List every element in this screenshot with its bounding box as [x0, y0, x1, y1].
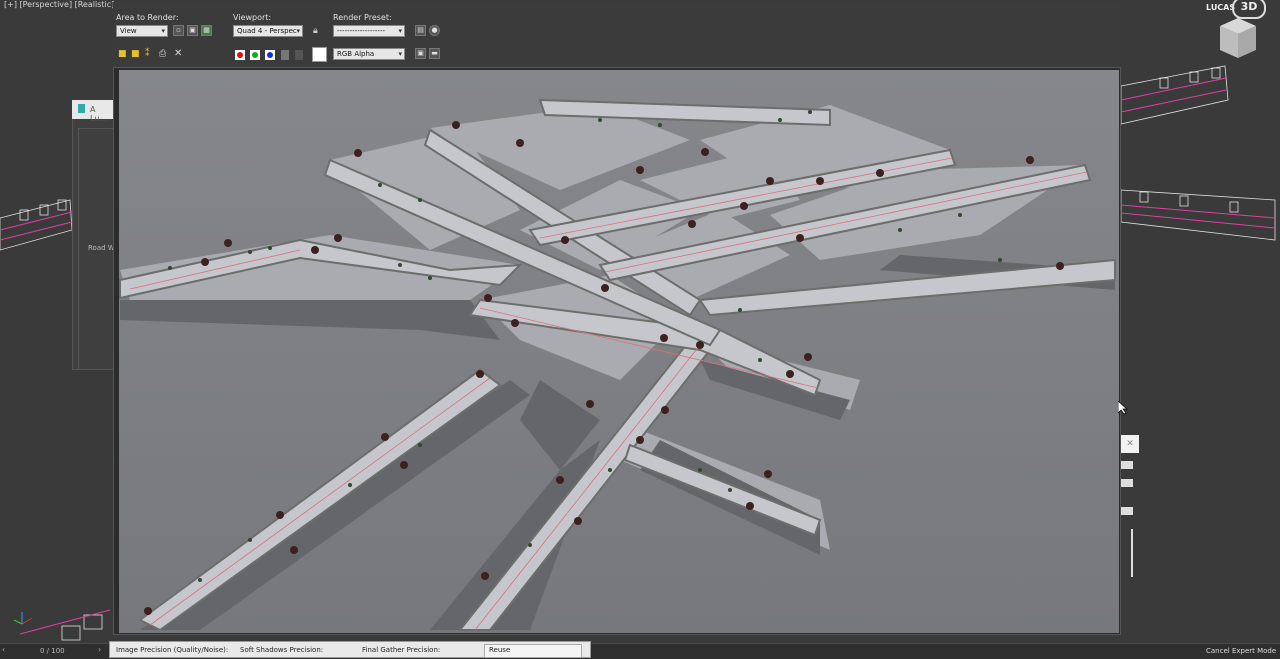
- reuse-label: Reuse: [489, 646, 511, 654]
- chevron-down-icon: ▾: [296, 27, 300, 35]
- wireframe-bottom-left: [19, 609, 111, 641]
- red-channel-icon: [237, 52, 243, 58]
- image-precision-label: Image Precision (Quality/Noise):: [116, 646, 229, 654]
- side-dialog-scrollbar[interactable]: [1131, 529, 1133, 577]
- environment-icon[interactable]: ●: [429, 25, 440, 36]
- wireframe-left: [0, 199, 73, 251]
- reuse-group: Reuse: [484, 644, 582, 658]
- viewport-label: Viewport:: [233, 13, 272, 22]
- axis-gizmo: [13, 612, 33, 625]
- wireframe-right-mid: [1120, 189, 1276, 241]
- rendered-image: [119, 70, 1119, 633]
- render-preset-dropdown[interactable]: ------------------- ▾: [333, 25, 405, 37]
- road-dialog-title: A Lu...: [90, 105, 108, 123]
- viewport-value: Quad 4 - Perspec: [237, 27, 297, 35]
- side-dialog-button[interactable]: [1121, 461, 1133, 469]
- soft-shadows-label: Soft Shadows Precision:: [240, 646, 324, 654]
- alpha-channel-toggle[interactable]: [281, 50, 289, 60]
- green-channel-toggle[interactable]: [250, 50, 260, 60]
- render-settings-panel: Image Precision (Quality/Noise): Soft Sh…: [109, 641, 591, 658]
- mouse-cursor: [1118, 401, 1128, 415]
- clear-icon[interactable]: ✕: [174, 48, 182, 59]
- close-icon[interactable]: ✕: [1121, 435, 1139, 453]
- copy-icon[interactable]: ■: [131, 49, 140, 59]
- red-channel-toggle[interactable]: [235, 50, 245, 60]
- wireframe-right-top: [1120, 65, 1229, 125]
- chevron-left-icon[interactable]: ‹: [2, 645, 5, 654]
- area-to-render-label: Area to Render:: [116, 13, 179, 22]
- side-dialog-button[interactable]: [1121, 479, 1133, 487]
- side-dialog-button[interactable]: [1121, 507, 1133, 515]
- green-channel-icon: [252, 52, 258, 58]
- road-dialog-titlebar[interactable]: A Lu...: [72, 100, 114, 123]
- channel-value: RGB Alpha: [337, 50, 375, 58]
- toggle-ui-overlays-icon[interactable]: ▣: [415, 48, 426, 59]
- rendered-road-scene: [119, 70, 1119, 633]
- cancel-expert-mode-button[interactable]: Cancel Expert Mode: [1206, 647, 1276, 655]
- render-region-icon[interactable]: ▦: [201, 25, 212, 36]
- blue-channel-icon: [267, 52, 273, 58]
- chevron-down-icon: ▾: [398, 27, 402, 35]
- auto-region-icon[interactable]: ▣: [187, 25, 198, 36]
- render-preset-label: Render Preset:: [333, 13, 392, 22]
- render-setup-icon[interactable]: ▤: [415, 25, 426, 36]
- clone-icon[interactable]: ⁑: [145, 49, 150, 59]
- lock-icon[interactable]: 🔒︎: [313, 26, 318, 36]
- road-dialog-label: Road W: [88, 244, 115, 252]
- render-toolbar: Area to Render: View ▾ ▫ ▣ ▦ Viewport: Qu…: [113, 2, 1121, 68]
- channel-dropdown[interactable]: RGB Alpha ▾: [333, 48, 405, 60]
- render-preset-value: -------------------: [337, 27, 385, 35]
- area-to-render-dropdown[interactable]: View ▾: [116, 25, 168, 37]
- chevron-down-icon: ▾: [161, 27, 165, 35]
- chevron-down-icon: ▾: [398, 50, 402, 58]
- chevron-right-icon[interactable]: ›: [98, 645, 101, 654]
- final-gather-label: Final Gather Precision:: [362, 646, 441, 654]
- color-swatch[interactable]: [312, 47, 327, 62]
- mono-toggle[interactable]: [295, 50, 303, 60]
- print-icon[interactable]: ⎙: [159, 49, 166, 59]
- viewcube-icon[interactable]: [1214, 12, 1260, 58]
- side-dialog: ✕: [1121, 435, 1139, 595]
- brand-text: LUCAS: [1206, 3, 1236, 12]
- region-edit-icon[interactable]: ▫: [173, 25, 184, 36]
- viewport-label[interactable]: [+] [Perspective] [Realistic]: [4, 0, 114, 9]
- save-icon[interactable]: ■: [118, 49, 127, 59]
- area-to-render-value: View: [120, 27, 137, 35]
- frame-counter: 0 / 100: [40, 647, 65, 655]
- app-icon: [78, 104, 85, 113]
- viewport-dropdown[interactable]: Quad 4 - Perspec ▾: [233, 25, 303, 37]
- blue-channel-toggle[interactable]: [265, 50, 275, 60]
- toggle-ui-icon[interactable]: ▬: [429, 48, 440, 59]
